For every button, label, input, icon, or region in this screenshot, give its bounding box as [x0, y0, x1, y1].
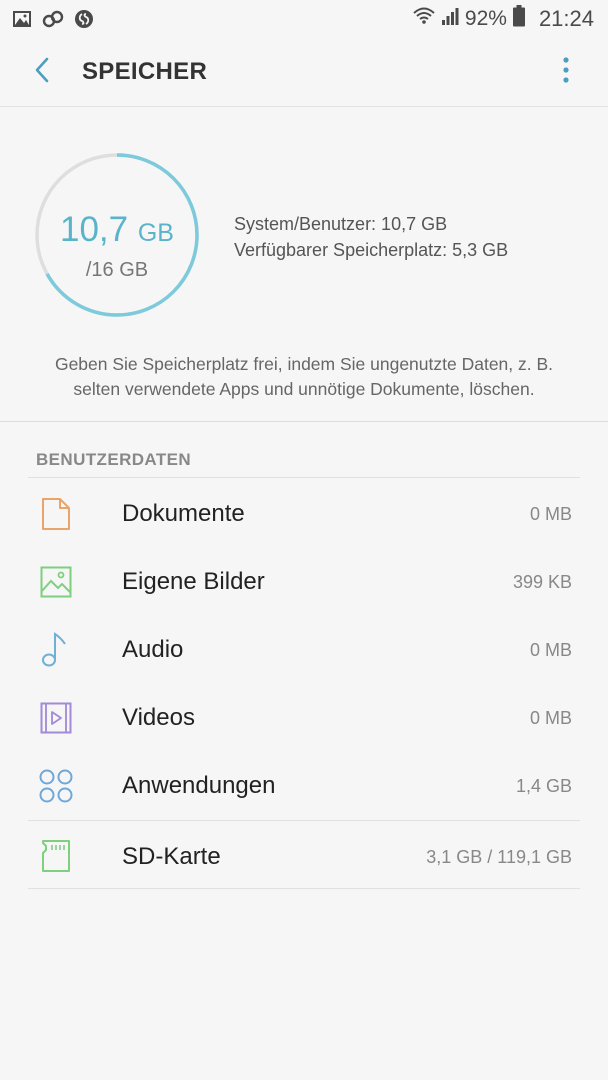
- used-storage: 10,7 GB: [34, 210, 200, 250]
- divider: [28, 477, 580, 478]
- divider: [28, 888, 580, 889]
- list-item-label: Anwendungen: [122, 772, 276, 799]
- back-button[interactable]: [22, 52, 62, 92]
- chevron-left-icon: [33, 56, 51, 89]
- more-vertical-icon: [562, 56, 570, 89]
- section-header: BENUTZERDATEN: [36, 450, 192, 469]
- status-right-icons: 92% 21:24: [413, 5, 608, 33]
- wifi-icon: [413, 6, 435, 32]
- divider: [0, 421, 608, 422]
- storage-summary: 10,7 GB /16 GB System/Benutzer: 10,7 GB …: [0, 107, 608, 421]
- link-icon: [42, 9, 64, 29]
- available-storage: Verfügbarer Speicherplatz: 5,3 GB: [234, 240, 509, 260]
- page-title: SPEICHER: [82, 58, 208, 85]
- list-item-label: SD-Karte: [122, 843, 221, 870]
- list-item-audio[interactable]: Audio 0 MB: [0, 616, 608, 684]
- shazam-icon: [74, 9, 94, 29]
- sd-card-icon: [38, 838, 74, 874]
- ring-center: 10,7 GB /16 GB: [34, 152, 200, 318]
- storage-details: System/Benutzer: 10,7 GB Verfügbarer Spe…: [234, 211, 508, 263]
- total-storage: /16 GB: [85, 259, 149, 281]
- list-item-size: 0 MB: [529, 639, 572, 660]
- list-item-eigene-bilder[interactable]: Eigene Bilder 399 KB: [0, 548, 608, 616]
- list-item-label: Audio: [122, 636, 184, 663]
- user-data-list: Dokumente 0 MB Eigene Bilder 399 KB Audi…: [0, 480, 608, 820]
- app-bar: SPEICHER: [0, 38, 608, 107]
- divider: [28, 820, 580, 821]
- free-space-hint: Geben Sie Speicherplatz frei, indem Sie …: [54, 354, 554, 399]
- list-item-label: Videos: [122, 704, 195, 731]
- list-item-size: 1,4 GB: [515, 775, 572, 796]
- music-note-icon: [38, 632, 74, 668]
- apps-grid-icon: [38, 768, 74, 804]
- status-left-icons: [0, 9, 94, 29]
- system-user-usage: System/Benutzer: 10,7 GB: [234, 214, 448, 234]
- more-options-button[interactable]: [554, 56, 578, 88]
- document-icon: [38, 496, 74, 532]
- battery-percent: 92%: [464, 7, 507, 30]
- video-icon: [38, 700, 74, 736]
- list-item-dokumente[interactable]: Dokumente 0 MB: [0, 480, 608, 548]
- list-item-anwendungen[interactable]: Anwendungen 1,4 GB: [0, 752, 608, 820]
- list-item-size: 3,1 GB / 119,1 GB: [426, 846, 572, 867]
- list-item-size: 0 MB: [529, 503, 572, 524]
- image-icon: [38, 564, 74, 600]
- list-item-sd-card[interactable]: SD-Karte 3,1 GB / 119,1 GB: [0, 822, 608, 892]
- image-icon: [12, 9, 32, 29]
- clock: 21:24: [538, 6, 594, 31]
- list-item-label: Eigene Bilder: [122, 568, 265, 595]
- list-item-size: 399 KB: [512, 571, 572, 592]
- used-unit: GB: [137, 219, 174, 247]
- status-bar: 92% 21:24: [0, 0, 608, 38]
- list-item-videos[interactable]: Videos 0 MB: [0, 684, 608, 752]
- battery-icon: [512, 5, 525, 33]
- signal-icon: [441, 6, 459, 32]
- list-item-size: 0 MB: [529, 707, 572, 728]
- used-value: 10,7: [60, 210, 129, 249]
- list-item-label: Dokumente: [122, 500, 245, 527]
